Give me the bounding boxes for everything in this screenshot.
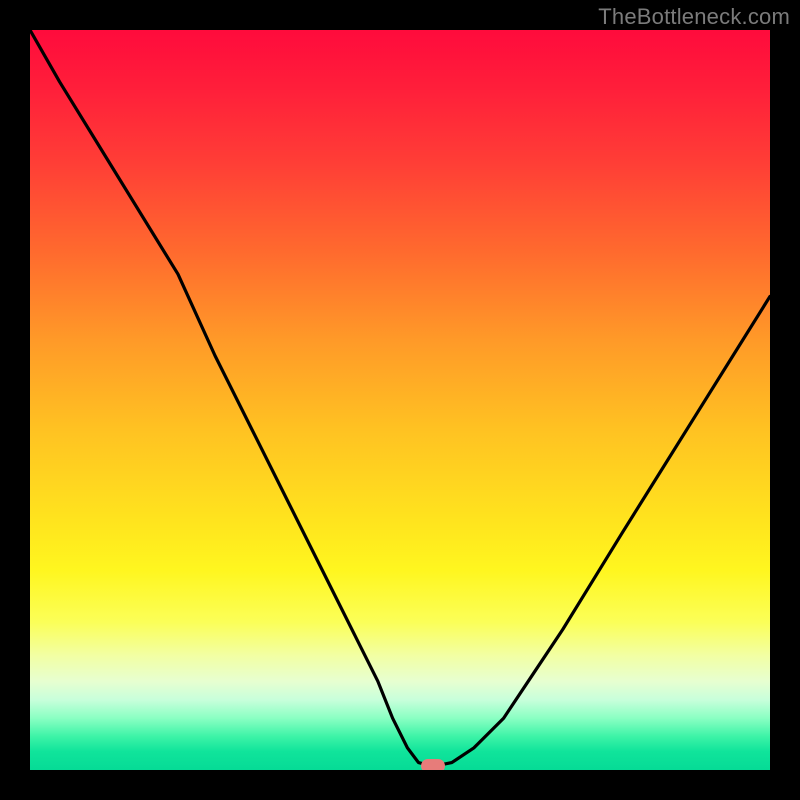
optimal-point-marker bbox=[421, 759, 445, 770]
watermark-text: TheBottleneck.com bbox=[598, 4, 790, 30]
bottleneck-curve bbox=[30, 30, 770, 770]
plot-area bbox=[30, 30, 770, 770]
chart-frame: TheBottleneck.com bbox=[0, 0, 800, 800]
